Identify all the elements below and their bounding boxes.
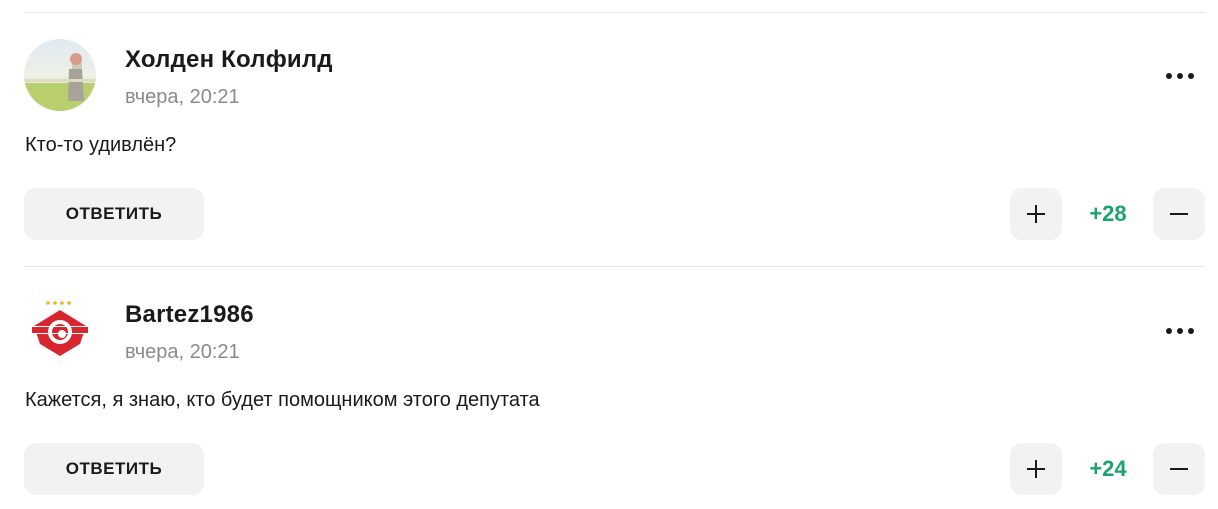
minus-icon <box>1170 468 1188 470</box>
comment-time: вчера, 20:21 <box>125 86 240 108</box>
downvote-button[interactable] <box>1153 188 1205 240</box>
minus-icon <box>1170 213 1188 215</box>
upvote-button[interactable] <box>1010 188 1062 240</box>
upvote-button[interactable] <box>1010 443 1062 495</box>
plus-icon <box>1027 460 1045 478</box>
user-photo-avatar[interactable] <box>24 39 96 111</box>
comment-text: Кто-то удивлён? <box>25 134 177 156</box>
comment-time: вчера, 20:21 <box>125 341 240 363</box>
comment: Холден Колфилд вчера, 20:21 Кто-то удивл… <box>0 0 1218 254</box>
more-dots-icon[interactable] <box>1160 317 1200 345</box>
downvote-button[interactable] <box>1153 443 1205 495</box>
comment-author[interactable]: Холден Колфилд <box>125 46 333 74</box>
plus-icon <box>1027 205 1045 223</box>
spartak-logo-avatar[interactable] <box>24 294 96 366</box>
comment-text: Кажется, я знаю, кто будет помощником эт… <box>25 389 540 411</box>
more-dots-icon[interactable] <box>1160 62 1200 90</box>
comment: Bartez1986 вчера, 20:21 Кажется, я знаю,… <box>0 255 1218 509</box>
reply-button[interactable]: ОТВЕТИТЬ <box>24 443 204 495</box>
comment-score: +28 <box>1089 201 1127 226</box>
comment-score: +24 <box>1089 456 1127 481</box>
comment-author[interactable]: Bartez1986 <box>125 301 254 329</box>
reply-button[interactable]: ОТВЕТИТЬ <box>24 188 204 240</box>
